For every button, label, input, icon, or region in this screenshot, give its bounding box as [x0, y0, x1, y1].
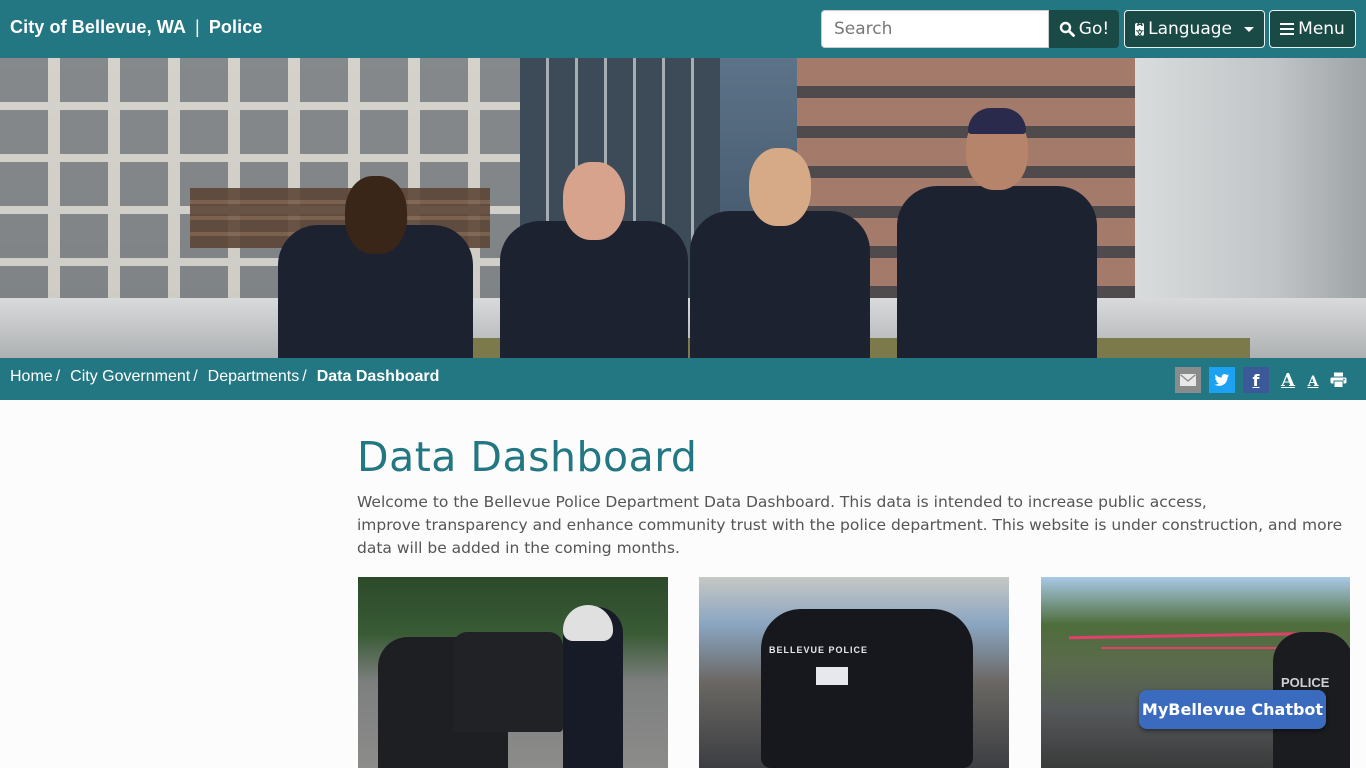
print-button[interactable]: [1325, 367, 1351, 393]
menu-label: Menu: [1298, 19, 1345, 39]
hero-officer: [897, 108, 1097, 358]
hero-officer: [278, 168, 473, 358]
search-go-label: Go!: [1078, 19, 1110, 39]
envelope-icon: [1180, 374, 1196, 386]
language-label: Language: [1148, 19, 1232, 39]
intro-line: Welcome to the Bellevue Police Departmen…: [357, 493, 1207, 511]
intro-line: improve transparency and enhance communi…: [357, 516, 1343, 534]
intro-line: data will be added in the coming months.: [357, 539, 680, 557]
hero-officer: [690, 148, 870, 358]
section-name[interactable]: Police: [209, 17, 263, 37]
police-suv-shape: [761, 609, 973, 768]
search-form: Go!: [821, 10, 1119, 48]
facebook-share-button[interactable]: f: [1243, 367, 1269, 393]
email-share-button[interactable]: [1175, 367, 1201, 393]
breadcrumb: Home / City Government / Departments / Data…: [10, 368, 439, 386]
breadcrumb-separator: /: [55, 368, 61, 385]
print-icon: [1330, 372, 1346, 388]
breadcrumb-separator: /: [193, 368, 198, 385]
dashboard-card-image[interactable]: [358, 577, 668, 768]
jacket-lettering: POLICE: [1281, 675, 1330, 690]
twitter-icon: [1214, 373, 1230, 386]
font-increase-icon: A: [1281, 369, 1295, 391]
increase-font-button[interactable]: A: [1276, 367, 1300, 393]
intro-paragraph: Welcome to the Bellevue Police Departmen…: [357, 491, 1343, 560]
dashboard-card-image[interactable]: POLICE: [1041, 577, 1350, 768]
site-name[interactable]: City of Bellevue, WA: [10, 17, 186, 37]
chevron-down-icon: [1244, 26, 1254, 32]
search-icon: [1059, 21, 1075, 37]
top-navbar: City of Bellevue, WA | Police Go! A文 Langu…: [0, 0, 1366, 58]
facebook-icon: f: [1252, 370, 1260, 390]
hero-image: [0, 58, 1366, 358]
breadcrumb-bar: Home / City Government / Departments / Data…: [0, 358, 1366, 400]
hamburger-icon: [1280, 23, 1295, 35]
dashboard-card-image[interactable]: BELLEVUE POLICE: [699, 577, 1009, 768]
breadcrumb-separator: /: [302, 368, 307, 385]
hero-officer: [500, 162, 688, 358]
license-plate-shape: [816, 667, 848, 685]
breadcrumb-current: Data Dashboard: [316, 368, 440, 385]
search-go-button[interactable]: Go!: [1049, 10, 1119, 48]
page-title: Data Dashboard: [357, 433, 698, 481]
breadcrumb-city-government[interactable]: City Government: [70, 368, 190, 386]
chatbot-button[interactable]: MyBellevue Chatbot: [1139, 690, 1326, 729]
brand-separator: |: [195, 17, 200, 37]
site-brand[interactable]: City of Bellevue, WA | Police: [10, 17, 262, 38]
twitter-share-button[interactable]: [1209, 367, 1235, 393]
font-decrease-icon: A: [1307, 373, 1319, 390]
language-button[interactable]: A文 Language: [1124, 10, 1265, 48]
breadcrumb-home[interactable]: Home: [10, 368, 53, 386]
menu-button[interactable]: Menu: [1269, 10, 1356, 48]
search-input[interactable]: [821, 10, 1049, 48]
vehicle-lettering: BELLEVUE POLICE: [769, 645, 869, 655]
crime-scene-tape: [1101, 647, 1301, 649]
decrease-font-button[interactable]: A: [1301, 367, 1325, 393]
breadcrumb-departments[interactable]: Departments: [208, 368, 300, 386]
translate-icon: A文: [1135, 19, 1145, 38]
car-shape: [453, 632, 563, 732]
